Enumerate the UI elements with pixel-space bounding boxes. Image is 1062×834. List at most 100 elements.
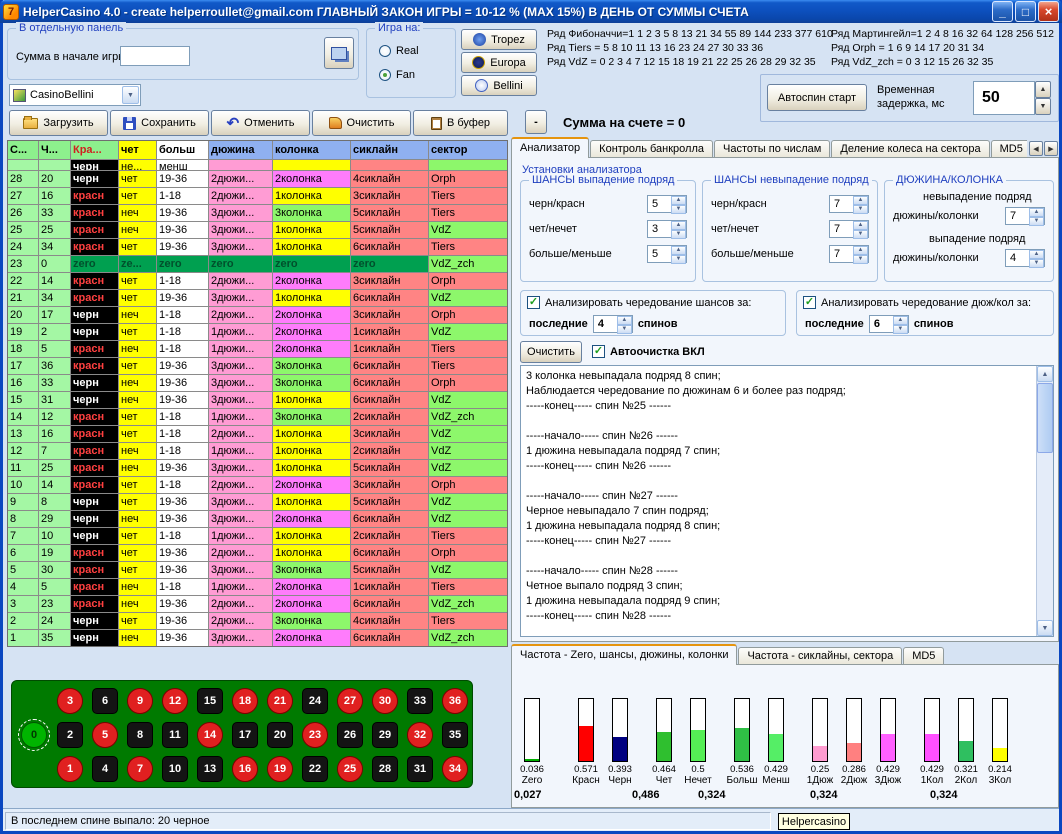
spinner[interactable]: 4▲▼ [593, 315, 633, 333]
detach-panel-button[interactable] [324, 37, 354, 69]
spinner-arrows[interactable]: ▲▼ [893, 316, 908, 332]
spinner[interactable]: 5▲▼ [647, 195, 687, 213]
roulette-number-19[interactable]: 19 [267, 756, 293, 782]
delay-spin-up-icon[interactable]: ▲ [1035, 81, 1051, 98]
collapse-button[interactable]: - [525, 110, 547, 134]
roulette-number-13[interactable]: 13 [197, 756, 223, 782]
check2-spin[interactable]: 6▲▼ [869, 315, 909, 333]
roulette-number-26[interactable]: 26 [337, 722, 363, 748]
alternation-chances-checkbox[interactable]: ✓ Анализировать чередование шансов за: [527, 296, 751, 309]
spin-down-icon[interactable]: ▼ [617, 325, 632, 334]
spinner-arrows[interactable]: ▲▼ [671, 246, 686, 262]
scroll-down-icon[interactable]: ▼ [1037, 620, 1053, 636]
bellini-button[interactable]: Bellini [461, 75, 537, 96]
maximize-button[interactable]: □ [1015, 1, 1036, 22]
spin-down-icon[interactable]: ▼ [853, 230, 868, 239]
column-header[interactable]: сектор [429, 141, 507, 159]
roulette-number-18[interactable]: 18 [232, 688, 258, 714]
column-header[interactable]: Ч... [39, 141, 70, 159]
roulette-number-3[interactable]: 3 [57, 688, 83, 714]
scroll-thumb[interactable] [1037, 383, 1053, 453]
roulette-number-24[interactable]: 24 [302, 688, 328, 714]
autoclean-checkbox[interactable]: ✓ Автоочистка ВКЛ [592, 345, 705, 358]
analyzer-clear-button[interactable]: Очистить [520, 341, 582, 363]
casino-combobox[interactable]: CasinoBellini ▼ [9, 84, 141, 106]
check1-spin[interactable]: 4▲▼ [593, 315, 633, 333]
tab-scroll-right-icon[interactable]: ▶ [1044, 141, 1058, 156]
tab-Деление колеса на сектора[interactable]: Деление колеса на сектора [831, 140, 989, 158]
roulette-number-5[interactable]: 5 [92, 722, 118, 748]
spinner[interactable]: 5▲▼ [647, 245, 687, 263]
autospin-start-button[interactable]: Автоспин старт [767, 84, 867, 111]
spinner-arrows[interactable]: ▲▼ [671, 221, 686, 237]
spin-up-icon[interactable]: ▲ [671, 196, 686, 205]
spinner[interactable]: 6▲▼ [869, 315, 909, 333]
roulette-number-17[interactable]: 17 [232, 722, 258, 748]
spin-down-icon[interactable]: ▼ [671, 230, 686, 239]
roulette-number-6[interactable]: 6 [92, 688, 118, 714]
start-sum-input[interactable] [120, 46, 190, 66]
spinner-arrows[interactable]: ▲▼ [671, 196, 686, 212]
tab-Анализатор[interactable]: Анализатор [511, 137, 589, 158]
roulette-number-22[interactable]: 22 [302, 756, 328, 782]
spinner-arrows[interactable]: ▲▼ [1029, 208, 1044, 224]
roulette-number-33[interactable]: 33 [407, 688, 433, 714]
spin-up-icon[interactable]: ▲ [853, 221, 868, 230]
europa-button[interactable]: Europa [461, 52, 537, 73]
spinner[interactable]: 7▲▼ [829, 245, 869, 263]
column-header[interactable]: дюжина [209, 141, 272, 159]
chart-tab-Частота - сиклайны, сектора[interactable]: Частота - сиклайны, сектора [738, 647, 902, 665]
delay-spin-down-icon[interactable]: ▼ [1035, 98, 1051, 115]
roulette-number-29[interactable]: 29 [372, 722, 398, 748]
roulette-number-16[interactable]: 16 [232, 756, 258, 782]
spinner-arrows[interactable]: ▲▼ [1029, 250, 1044, 266]
spin-up-icon[interactable]: ▲ [853, 246, 868, 255]
roulette-number-9[interactable]: 9 [127, 688, 153, 714]
spin-down-icon[interactable]: ▼ [671, 205, 686, 214]
roulette-number-31[interactable]: 31 [407, 756, 433, 782]
load-button[interactable]: Загрузить [9, 110, 108, 136]
spin-down-icon[interactable]: ▼ [1029, 217, 1044, 226]
radio-fan[interactable]: Fan [379, 69, 415, 81]
spin-down-icon[interactable]: ▼ [853, 205, 868, 214]
roulette-number-12[interactable]: 12 [162, 688, 188, 714]
analyzer-log[interactable]: 3 колонка невыпадала подряд 8 спин; Набл… [520, 365, 1054, 637]
roulette-number-28[interactable]: 28 [372, 756, 398, 782]
spin-table[interactable]: С...Ч...Кра...четбольшдюжинаколонкасикла… [7, 140, 508, 647]
roulette-number-11[interactable]: 11 [162, 722, 188, 748]
roulette-number-34[interactable]: 34 [442, 756, 468, 782]
to-buffer-button[interactable]: В буфер [413, 110, 508, 136]
tab-MD5[interactable]: MD5 [991, 140, 1027, 158]
spin-up-icon[interactable]: ▲ [1029, 208, 1044, 217]
spin-down-icon[interactable]: ▼ [893, 325, 908, 334]
spinner[interactable]: 7▲▼ [1005, 207, 1045, 225]
undo-button[interactable]: ↶ Отменить [211, 110, 310, 136]
spinner[interactable]: 7▲▼ [829, 195, 869, 213]
spin-down-icon[interactable]: ▼ [671, 255, 686, 264]
roulette-number-20[interactable]: 20 [267, 722, 293, 748]
roulette-number-35[interactable]: 35 [442, 722, 468, 748]
spinner[interactable]: 4▲▼ [1005, 249, 1045, 267]
combo-dropdown-icon[interactable]: ▼ [122, 86, 139, 104]
chart-tab-MD5[interactable]: MD5 [903, 647, 944, 665]
spinner-arrows[interactable]: ▲▼ [853, 246, 868, 262]
roulette-number-21[interactable]: 21 [267, 688, 293, 714]
roulette-number-8[interactable]: 8 [127, 722, 153, 748]
roulette-number-32[interactable]: 32 [407, 722, 433, 748]
tropez-button[interactable]: Tropez [461, 29, 537, 50]
close-button[interactable]: × [1038, 1, 1059, 22]
tab-Контроль банкролла[interactable]: Контроль банкролла [590, 140, 713, 158]
spinner-arrows[interactable]: ▲▼ [853, 221, 868, 237]
spin-up-icon[interactable]: ▲ [893, 316, 908, 325]
column-header[interactable]: сиклайн [351, 141, 428, 159]
spinner-arrows[interactable]: ▲▼ [853, 196, 868, 212]
roulette-number-1[interactable]: 1 [57, 756, 83, 782]
roulette-number-15[interactable]: 15 [197, 688, 223, 714]
spin-up-icon[interactable]: ▲ [617, 316, 632, 325]
spinner[interactable]: 7▲▼ [829, 220, 869, 238]
roulette-number-14[interactable]: 14 [197, 722, 223, 748]
chart-tab-Частота - Zero, шансы, дюжины, колонки[interactable]: Частота - Zero, шансы, дюжины, колонки [511, 644, 737, 665]
spin-up-icon[interactable]: ▲ [671, 221, 686, 230]
scroll-up-icon[interactable]: ▲ [1037, 366, 1053, 382]
column-header[interactable]: С... [8, 141, 38, 159]
